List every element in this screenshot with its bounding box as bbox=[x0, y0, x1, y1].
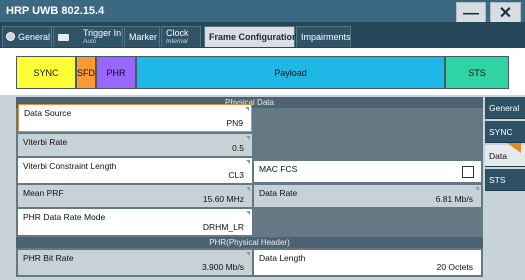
data-length-value: 20 Octets bbox=[436, 262, 473, 272]
mean-prf-field: Mean PRF 15.60 MHz bbox=[18, 185, 252, 207]
window-title: HRP UWB 802.15.4 bbox=[6, 5, 105, 17]
side-tab-sts[interactable]: STS bbox=[485, 169, 525, 191]
data-length-field[interactable]: Data Length 20 Octets bbox=[254, 250, 481, 275]
tab-clock-sub: Internal bbox=[166, 38, 188, 45]
tab-trigger-label: Trigger In bbox=[83, 28, 122, 38]
frame-segment-sts[interactable]: STS bbox=[445, 56, 509, 89]
phr-bit-rate-label: PHR Bit Rate bbox=[23, 253, 74, 263]
data-source-label: Data Source bbox=[24, 108, 72, 118]
frame-segment-sync[interactable]: SYNC bbox=[16, 56, 76, 89]
viterbi-rate-value: 0.5 bbox=[232, 143, 244, 153]
frame-segment-sfd[interactable]: SFD bbox=[76, 56, 96, 89]
mean-prf-value: 15.60 MHz bbox=[202, 194, 244, 204]
frame-structure: SYNC SFD PHR Payload STS bbox=[0, 48, 525, 95]
data-rate-field: Data Rate 6.81 Mb/s bbox=[254, 185, 481, 207]
data-source-field[interactable]: Data Source PN9 bbox=[18, 104, 252, 132]
settings-icon bbox=[6, 32, 15, 41]
frame-segment-payload[interactable]: Payload bbox=[136, 56, 445, 89]
mean-prf-label: Mean PRF bbox=[23, 188, 64, 198]
side-tab-general[interactable]: General bbox=[485, 97, 525, 119]
data-rate-value: 6.81 Mb/s bbox=[435, 194, 473, 204]
phr-data-rate-mode-value: DRHM_LR bbox=[202, 222, 244, 232]
data-source-value: PN9 bbox=[226, 118, 243, 128]
info-corner-icon bbox=[246, 252, 250, 256]
info-corner-icon bbox=[246, 187, 250, 191]
data-length-label: Data Length bbox=[259, 253, 306, 263]
tab-frame-configuration[interactable]: Frame Configuration bbox=[204, 26, 298, 47]
phr-data-rate-mode-label: PHR Data Rate Mode bbox=[23, 212, 106, 222]
mac-fcs-field[interactable]: MAC FCS bbox=[254, 161, 481, 182]
tab-trigger-sub: Auto bbox=[83, 38, 97, 45]
phr-header: PHR(Physical Header) bbox=[16, 237, 483, 248]
tab-marker-label: Marker bbox=[129, 32, 158, 42]
dropdown-icon bbox=[245, 107, 249, 111]
side-tab-sync[interactable]: SYNC bbox=[485, 121, 525, 143]
tab-impairments[interactable]: Impairments bbox=[296, 26, 351, 47]
trigger-icon bbox=[58, 34, 69, 41]
data-rate-label: Data Rate bbox=[259, 188, 298, 198]
phr-data-rate-mode-field[interactable]: PHR Data Rate Mode DRHM_LR bbox=[18, 209, 252, 235]
settings-panel: Physical Data Data Source PN9 Viterbi Ra… bbox=[16, 97, 483, 277]
tab-trigger-in[interactable]: Trigger In Auto bbox=[53, 26, 123, 47]
tab-bar: General Trigger In Auto Marker Clock Int… bbox=[0, 22, 525, 48]
tab-clock-label: Clock bbox=[166, 28, 189, 38]
info-corner-icon bbox=[475, 187, 479, 191]
phr-bit-rate-value: 3.900 Mb/s bbox=[201, 262, 244, 272]
side-tab-marker-icon bbox=[507, 143, 521, 153]
tab-frame-label: Frame Configuration bbox=[209, 32, 298, 42]
frame-segment-phr[interactable]: PHR bbox=[96, 56, 136, 89]
phr-bit-rate-field: PHR Bit Rate 3.900 Mb/s bbox=[18, 250, 252, 275]
tab-general-label: General bbox=[18, 32, 51, 42]
info-corner-icon bbox=[246, 136, 250, 140]
dropdown-icon bbox=[246, 211, 250, 215]
viterbi-constraint-value: CL3 bbox=[228, 170, 244, 180]
viterbi-rate-label: Viterbi Rate bbox=[23, 137, 68, 147]
tab-marker[interactable]: Marker bbox=[124, 26, 160, 47]
viterbi-constraint-label: Viterbi Constraint Length bbox=[23, 161, 117, 171]
viterbi-constraint-field[interactable]: Viterbi Constraint Length CL3 bbox=[18, 158, 252, 183]
dropdown-icon bbox=[246, 160, 250, 164]
mac-fcs-checkbox[interactable] bbox=[462, 166, 474, 178]
tab-general[interactable]: General bbox=[2, 26, 52, 47]
viterbi-rate-field: Viterbi Rate 0.5 bbox=[18, 134, 252, 156]
tab-clock[interactable]: Clock Internal bbox=[161, 26, 201, 47]
tab-impairments-label: Impairments bbox=[301, 32, 351, 42]
mac-fcs-label: MAC FCS bbox=[259, 164, 298, 174]
